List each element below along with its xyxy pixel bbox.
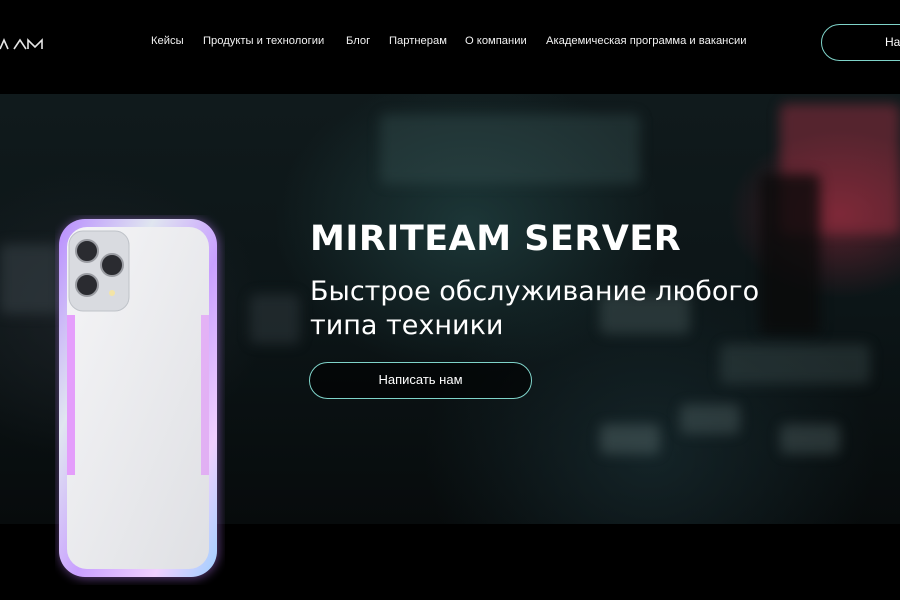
nav-item-cases[interactable]: Кейсы	[151, 35, 184, 47]
nav-item-partners[interactable]: Партнерам	[389, 35, 447, 47]
header-contact-button[interactable]: На	[821, 24, 900, 61]
bg-blur-shape	[680, 404, 740, 434]
site-header: AM Кейсы Продукты и технологии Блог Парт…	[0, 0, 900, 94]
bg-blur-shape	[780, 424, 840, 454]
logo-mark-icon	[0, 38, 43, 50]
write-us-button[interactable]: Написать нам	[309, 362, 532, 399]
hero-title: MIRITEAM SERVER	[310, 219, 682, 259]
hero-subtitle: Быстрое обслуживание любого типа техники	[310, 276, 760, 341]
bg-blur-shape	[720, 344, 870, 384]
nav-item-academic[interactable]: Академическая программа и вакансии	[546, 35, 746, 47]
nav-item-blog[interactable]: Блог	[346, 35, 370, 47]
nav-item-about[interactable]: О компании	[465, 35, 527, 47]
bg-blur-shape	[250, 294, 300, 344]
bg-blur-shape	[600, 424, 660, 454]
bg-blur-shape	[0, 244, 60, 314]
nav-item-products[interactable]: Продукты и технологии	[203, 35, 324, 47]
logo[interactable]: AM	[0, 34, 48, 54]
phone-case-image	[59, 219, 219, 579]
bg-blur-shape	[380, 114, 640, 184]
